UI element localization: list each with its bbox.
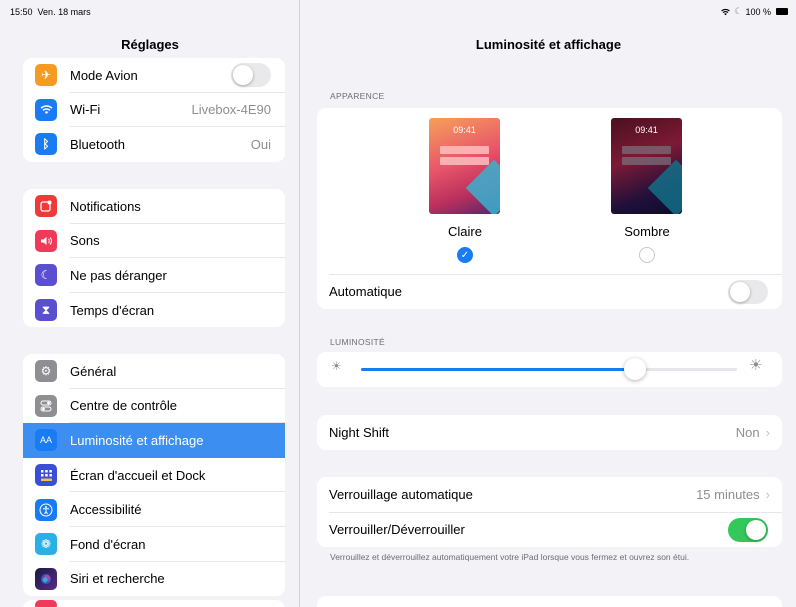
theme-label-light: Claire	[448, 224, 482, 239]
chevron-right-icon: ›	[765, 425, 770, 440]
notifications-icon	[35, 195, 57, 218]
light-theme-radio[interactable]: ✓	[457, 247, 473, 263]
text-size-icon: AA	[35, 429, 57, 452]
sidebar-item-label: Bluetooth	[70, 136, 125, 152]
sidebar-group-connectivity: ✈ Mode Avion Wi-Fi Livebox-4E90 ᛒ Blueto…	[23, 58, 285, 162]
wallpaper-icon: ❁	[35, 533, 57, 556]
night-shift-card[interactable]: Night Shift Non ›	[317, 415, 782, 450]
sidebar-item-general[interactable]: ⚙ Général	[23, 354, 285, 389]
gear-icon: ⚙	[35, 360, 57, 383]
bluetooth-icon: ᛒ	[35, 133, 57, 156]
home-grid-icon	[35, 464, 57, 487]
accessibility-icon	[35, 498, 57, 521]
chevron-right-icon: ›	[765, 487, 770, 502]
theme-option-light[interactable]: 09:41 Claire ✓	[429, 118, 501, 263]
brightness-card: ☀ ☀	[317, 352, 782, 387]
sidebar-item-label: Siri et recherche	[70, 571, 165, 587]
sidebar-item-temps-ecran[interactable]: ⧗ Temps d'écran	[23, 293, 285, 328]
section-header-luminosite: LUMINOSITÉ	[330, 337, 385, 347]
sidebar-item-label: Général	[70, 363, 117, 379]
theme-label-dark: Sombre	[624, 224, 670, 239]
auto-lock-value: 15 minutes ›	[696, 487, 770, 502]
light-theme-preview[interactable]: 09:41	[429, 118, 500, 214]
sidebar-item-sons[interactable]: Sons	[23, 224, 285, 259]
lock-card: Verrouillage automatique 15 minutes › Ver…	[317, 477, 782, 547]
siri-icon	[35, 567, 57, 590]
section-header-apparence: APPARENCE	[330, 91, 385, 101]
lock-footnote: Verrouillez et déverrouillez automatique…	[330, 552, 690, 562]
sidebar-item-label: Ne pas déranger	[70, 267, 167, 283]
auto-lock-label: Verrouillage automatique	[329, 487, 473, 502]
sidebar-group-more	[23, 600, 285, 607]
airplane-icon: ✈	[35, 64, 57, 87]
sun-small-icon: ☀	[331, 359, 342, 373]
sidebar-item-centre-controle[interactable]: Centre de contrôle	[23, 389, 285, 424]
lock-unlock-label: Verrouiller/Déverrouiller	[329, 522, 465, 537]
sidebar-item-label: Écran d'accueil et Dock	[70, 467, 206, 483]
night-shift-value: Non ›	[735, 425, 770, 440]
sidebar-item-label: Wi-Fi	[70, 102, 101, 118]
toggles-icon	[35, 394, 57, 417]
sidebar-item-fond-ecran[interactable]: ❁ Fond d'écran	[23, 527, 285, 562]
app-icon	[35, 600, 57, 607]
wifi-network-value: Livebox-4E90	[191, 102, 272, 118]
speaker-icon	[35, 229, 57, 252]
automatic-toggle[interactable]	[728, 279, 768, 304]
automatic-row[interactable]: Automatique	[317, 274, 782, 309]
main-panel: Luminosité et affichage APPARENCE 09:41 …	[301, 0, 796, 607]
automatic-label: Automatique	[329, 284, 402, 299]
sidebar-item-accessibilite[interactable]: Accessibilité	[23, 492, 285, 527]
sidebar-item-ne-pas-deranger[interactable]: ☾ Ne pas déranger	[23, 258, 285, 293]
sidebar-item-label: Mode Avion	[70, 67, 138, 83]
brightness-slider[interactable]: ☀ ☀	[317, 352, 782, 387]
next-card-partial	[317, 596, 782, 607]
sidebar-group-notifications: Notifications Sons ☾ Ne pas déranger ⧗ T…	[23, 189, 285, 328]
bluetooth-value: Oui	[250, 136, 271, 152]
brightness-slider-thumb[interactable]	[624, 358, 647, 380]
night-shift-row[interactable]: Night Shift Non ›	[317, 415, 782, 450]
sun-large-icon: ☀	[749, 357, 763, 374]
theme-option-dark[interactable]: 09:41 Sombre	[611, 118, 683, 263]
page-title: Luminosité et affichage	[475, 37, 622, 52]
sidebar-item-ecran-accueil[interactable]: Écran d'accueil et Dock	[23, 458, 285, 493]
sidebar-group-general: ⚙ Général Centre de contrôle AA Luminosi…	[23, 354, 285, 597]
lock-unlock-row[interactable]: Verrouiller/Déverrouiller	[317, 512, 782, 547]
dark-theme-radio[interactable]	[639, 247, 655, 263]
hourglass-icon: ⧗	[35, 299, 57, 322]
wifi-icon	[35, 98, 57, 121]
sidebar-item-wifi[interactable]: Wi-Fi Livebox-4E90	[23, 93, 285, 128]
night-shift-label: Night Shift	[329, 425, 389, 440]
sidebar-item-mode-avion[interactable]: ✈ Mode Avion	[23, 58, 285, 93]
sidebar-item-siri[interactable]: Siri et recherche	[23, 562, 285, 597]
sidebar-item-label: Sons	[70, 233, 100, 249]
sidebar-item-partial[interactable]	[23, 600, 285, 607]
sidebar-item-notifications[interactable]: Notifications	[23, 189, 285, 224]
sidebar-item-label: Luminosité et affichage	[70, 432, 204, 448]
dark-theme-preview[interactable]: 09:41	[611, 118, 682, 214]
sidebar-item-label: Temps d'écran	[70, 302, 155, 318]
lock-unlock-toggle[interactable]	[728, 517, 768, 542]
sidebar-item-label: Centre de contrôle	[70, 398, 177, 414]
moon-icon: ☾	[35, 264, 57, 287]
status-time: 15:50 Ven. 18 mars	[10, 7, 91, 17]
sidebar-item-label: Accessibilité	[70, 502, 142, 518]
appearance-card: 09:41 Claire ✓ 09:41 Sombre Automatique	[317, 108, 782, 309]
sidebar-item-bluetooth[interactable]: ᛒ Bluetooth Oui	[23, 127, 285, 162]
sidebar-item-label: Fond d'écran	[70, 536, 146, 552]
auto-lock-row[interactable]: Verrouillage automatique 15 minutes ›	[317, 477, 782, 512]
airplane-mode-toggle[interactable]	[231, 63, 271, 88]
sidebar-title: Réglages	[121, 37, 179, 52]
sidebar-item-luminosite[interactable]: AA Luminosité et affichage	[23, 423, 285, 458]
sidebar: Réglages ✈ Mode Avion Wi-Fi Livebox-4E90…	[0, 0, 300, 607]
sidebar-item-label: Notifications	[70, 198, 141, 214]
